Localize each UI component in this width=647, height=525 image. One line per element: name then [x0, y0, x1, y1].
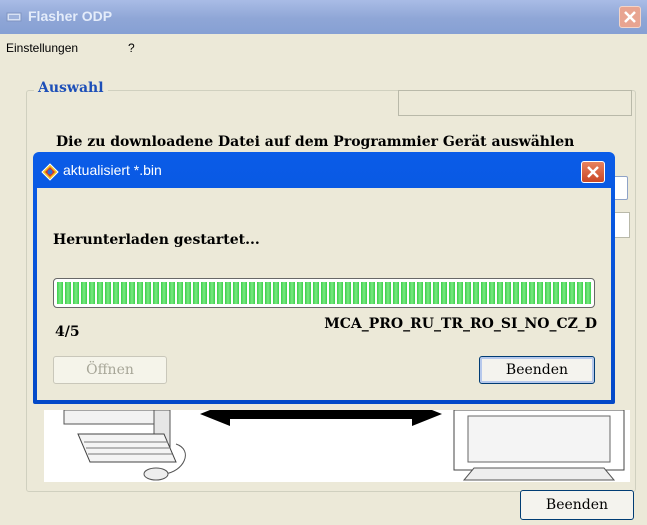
menubar: Einstellungen ? [0, 34, 647, 62]
progress-fill [57, 282, 591, 304]
close-button[interactable]: Beenden [479, 356, 595, 384]
main-title: Flasher ODP [28, 8, 113, 24]
app-icon [6, 12, 22, 22]
menu-einstellungen[interactable]: Einstellungen [6, 41, 78, 55]
main-close-button[interactable] [619, 6, 641, 28]
open-button[interactable]: Öffnen [53, 356, 167, 384]
arrow-icon [200, 402, 442, 426]
group-label: Auswahl [34, 80, 108, 96]
dialog-close-button[interactable] [581, 161, 605, 183]
illustration [44, 402, 630, 482]
top-field [398, 90, 632, 116]
close-icon [624, 11, 636, 23]
main-titlebar: Flasher ODP [0, 0, 647, 34]
dialog-titlebar: aktualisiert *.bin [33, 152, 615, 188]
main-close-app-button[interactable]: Beenden [520, 490, 634, 520]
computer-icon [63, 402, 625, 481]
dialog-title: aktualisiert *.bin [63, 162, 162, 178]
menu-help[interactable]: ? [128, 41, 135, 55]
update-dialog: aktualisiert *.bin Herunterladen gestart… [33, 152, 615, 404]
dialog-body: Herunterladen gestartet... 4/5 MCA_PRO_R… [37, 188, 611, 400]
update-icon [41, 163, 59, 181]
instruction-text: Die zu downloadene Datei auf dem Program… [56, 134, 575, 150]
status-text: Herunterladen gestartet... [53, 232, 260, 248]
progress-bar [53, 278, 595, 308]
close-icon [587, 166, 599, 178]
current-filename: MCA_PRO_RU_TR_RO_SI_NO_CZ_D [324, 316, 597, 332]
file-counter: 4/5 [55, 324, 80, 340]
